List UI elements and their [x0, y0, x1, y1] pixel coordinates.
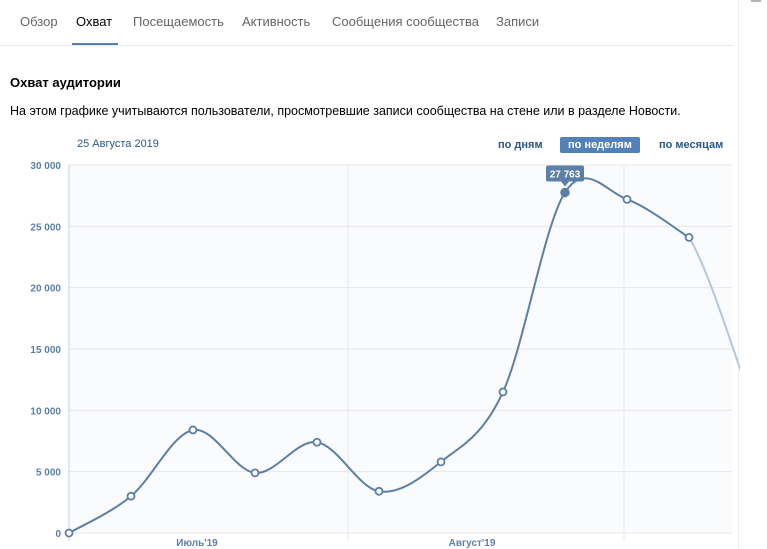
- data-point-highlighted: [560, 187, 570, 198]
- tab-activity[interactable]: Активность: [242, 14, 310, 29]
- data-point: [64, 528, 74, 538]
- scrollbar-thumb[interactable]: [751, 0, 761, 10]
- x-tick-label: Август'19: [449, 538, 496, 549]
- section-description: На этом графике учитываются пользователи…: [10, 104, 681, 118]
- tab-reach[interactable]: Охват: [76, 14, 112, 29]
- data-point: [312, 437, 322, 447]
- section-title: Охват аудитории: [10, 75, 121, 90]
- tab-community-messages[interactable]: Сообщения сообщества: [332, 14, 479, 29]
- tab-posts[interactable]: Записи: [496, 14, 539, 29]
- active-tab-indicator: [72, 43, 118, 45]
- period-months-button[interactable]: по месяцам: [651, 137, 731, 153]
- data-point: [684, 232, 694, 242]
- data-point: [374, 486, 384, 496]
- data-point: [250, 468, 260, 478]
- period-weeks-button[interactable]: по неделям: [560, 137, 640, 153]
- data-point: [436, 457, 446, 467]
- x-tick-label: Июль'19: [176, 538, 218, 549]
- data-point: [498, 387, 508, 397]
- reach-chart: 0 5 000 10 000 15 000 20 000 25 000 30 000 Июль…: [30, 161, 740, 549]
- y-tick-label: 15 000: [30, 345, 61, 356]
- y-tick-label: 10 000: [30, 406, 61, 417]
- scrollbar[interactable]: [738, 0, 767, 549]
- tabs-bar: Обзор Охват Посещаемость Активность Сооб…: [0, 0, 734, 46]
- data-point: [126, 491, 136, 501]
- y-tick-label: 0: [55, 529, 61, 540]
- y-tick-label: 5 000: [36, 468, 61, 479]
- y-tick-label: 25 000: [30, 222, 61, 233]
- tab-attendance[interactable]: Посещаемость: [133, 14, 224, 29]
- y-tick-label: 30 000: [30, 161, 61, 172]
- period-days-button[interactable]: по дням: [490, 137, 551, 153]
- chart-date-label: 25 Августа 2019: [77, 138, 159, 150]
- tooltip-label: 27 763: [550, 169, 581, 180]
- data-point: [188, 425, 198, 435]
- y-tick-label: 20 000: [30, 284, 61, 295]
- tab-overview[interactable]: Обзор: [20, 14, 58, 29]
- data-point: [622, 194, 632, 204]
